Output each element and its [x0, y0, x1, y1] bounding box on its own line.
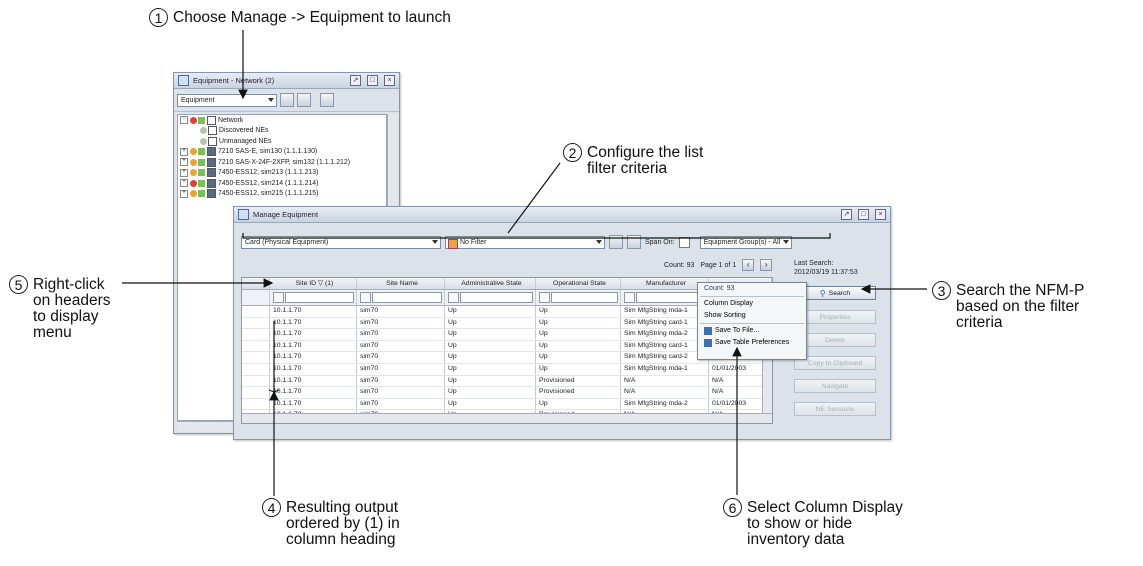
callout-4: 4 Resulting output ordered by (1) in col… — [262, 498, 400, 548]
filter-bracket — [242, 233, 831, 239]
callout-text: Choose Manage -> Equipment to launch — [173, 9, 451, 26]
callout-text: Select Column Display to show or hide in… — [747, 499, 903, 548]
callout-5: 5 Right-click on headers to display menu — [9, 275, 111, 341]
callout-number: 4 — [262, 498, 281, 517]
callout-text: Right-click on headers to display menu — [33, 276, 111, 341]
callout-number: 2 — [563, 143, 582, 162]
callout-number: 3 — [932, 281, 951, 300]
callout-text: Resulting output ordered by (1) in colum… — [286, 499, 400, 548]
leader-line-2 — [507, 162, 561, 234]
callout-text: Search the NFM-P based on the filter cri… — [956, 282, 1085, 331]
callout-2: 2 Configure the list filter criteria — [563, 143, 703, 177]
callout-number: 5 — [9, 275, 28, 294]
callout-1: 1 Choose Manage -> Equipment to launch — [149, 8, 451, 27]
callout-number: 1 — [149, 8, 168, 27]
callout-6: 6 Select Column Display to show or hide … — [723, 498, 903, 548]
callout-number: 6 — [723, 498, 742, 517]
callout-text: Configure the list filter criteria — [587, 144, 704, 177]
callout-3: 3 Search the NFM-P based on the filter c… — [932, 281, 1084, 331]
